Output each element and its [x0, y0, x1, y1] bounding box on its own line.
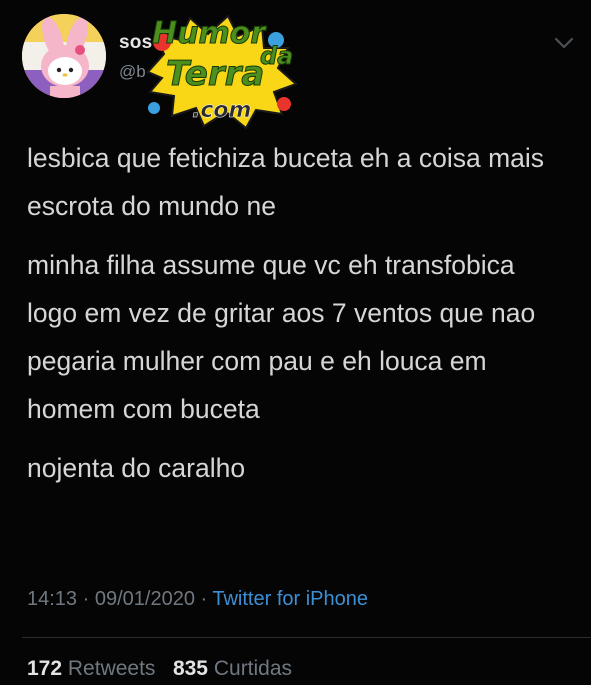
meta-separator: · [77, 588, 95, 610]
avatar[interactable] [22, 14, 106, 98]
tweet-paragraph: lesbica que fetichiza buceta eh a coisa … [27, 143, 545, 221]
retweets-label: Retweets [67, 657, 156, 680]
tweet-meta: 14:13 · 09/01/2020 · Twitter for iPhone [27, 588, 368, 611]
watermark-line1: Humor [151, 16, 266, 52]
tweet-text: lesbica que fetichiza buceta eh a coisa … [27, 134, 572, 503]
likes-stat[interactable]: 835 Curtidas [173, 657, 292, 680]
tweet-stats: 172 Retweets 835 Curtidas [27, 657, 292, 681]
watermark-line2: da [259, 42, 294, 71]
tweet-card: sos @b Humor da Terra .com lesbica que f… [0, 0, 591, 685]
tweet-time[interactable]: 14:13 [27, 588, 77, 610]
retweets-count: 172 [27, 657, 63, 680]
watermark-logo: Humor da Terra .com [138, 12, 298, 130]
tweet-date[interactable]: 09/01/2020 [95, 588, 195, 610]
divider [22, 637, 591, 638]
tweet-paragraph: nojenta do caralho [27, 453, 246, 483]
tweet-paragraph: minha filha assume que vc eh transfobica… [27, 250, 536, 424]
retweets-stat[interactable]: 172 Retweets [27, 657, 155, 680]
my-melody-avatar-icon [22, 14, 106, 98]
likes-label: Curtidas [213, 657, 293, 680]
tweet-source-link[interactable]: Twitter for iPhone [212, 588, 368, 610]
likes-count: 835 [172, 657, 208, 680]
watermark-line4: .com [192, 98, 252, 124]
meta-separator: · [194, 588, 213, 610]
watermark-line3: Terra [165, 54, 265, 95]
chevron-down-icon[interactable] [553, 34, 575, 52]
